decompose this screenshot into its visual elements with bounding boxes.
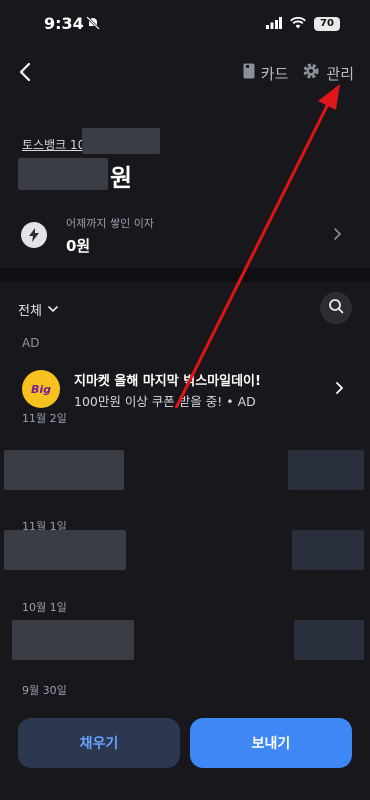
ad-section-label: AD [22,336,40,350]
battery-icon: 70 [314,16,340,31]
mute-bell-icon [86,15,100,34]
back-button[interactable] [16,60,36,84]
wifi-icon [290,14,306,33]
interest-label: 어제까지 쌓인 이자 [66,216,154,230]
nav-actions: 카드 관리 [243,62,354,84]
gmarket-logo: Big [22,370,60,408]
redacted-amount [288,450,364,490]
redacted-amount [294,620,364,660]
date-header: 10월 1일 [22,601,67,614]
ad-banner[interactable]: Big 지마켓 올해 마지막 빅스마일데이! 100만원 이상 쿠폰 받을 중!… [0,358,370,418]
redacted-transaction [4,530,126,570]
search-icon [328,298,344,318]
status-time: 9:34 [44,14,84,33]
ad-subtitle: 100만원 이상 쿠폰 받을 중! • AD [74,394,256,409]
chevron-down-icon [48,302,58,317]
date-header: 11월 2일 [22,412,67,425]
card-button[interactable]: 카드 [243,63,289,84]
interest-value: 0원 [66,236,91,255]
redacted-transaction [12,620,134,660]
fill-button[interactable]: 채우기 [18,718,180,768]
filter-dropdown[interactable]: 전체 [18,300,58,319]
account-name-link[interactable]: 토스뱅크 10 [22,136,85,153]
redacted-balance [18,158,108,190]
chevron-right-icon [334,380,344,399]
section-divider [0,268,370,282]
interest-row[interactable]: 어제까지 쌓인 이자 0원 [0,205,370,265]
card-icon [243,63,255,83]
status-icons: 70 [266,14,340,33]
redacted-account-number [82,128,160,154]
redacted-amount [292,530,364,570]
bolt-icon [21,222,47,248]
redacted-transaction [4,450,124,490]
search-button[interactable] [320,292,352,324]
card-label: 카드 [260,64,289,83]
balance-unit: 원 [110,164,133,192]
send-button[interactable]: 보내기 [190,718,352,768]
date-header: 9월 30일 [22,684,67,697]
chevron-right-icon [332,226,342,245]
manage-label: 관리 [326,64,354,83]
ad-title: 지마켓 올해 마지막 빅스마일데이! [74,374,261,389]
gear-icon [302,62,320,84]
filter-label: 전체 [18,304,42,319]
manage-button[interactable]: 관리 [302,62,354,84]
chevron-left-icon [19,62,31,82]
signal-icon [266,14,282,33]
